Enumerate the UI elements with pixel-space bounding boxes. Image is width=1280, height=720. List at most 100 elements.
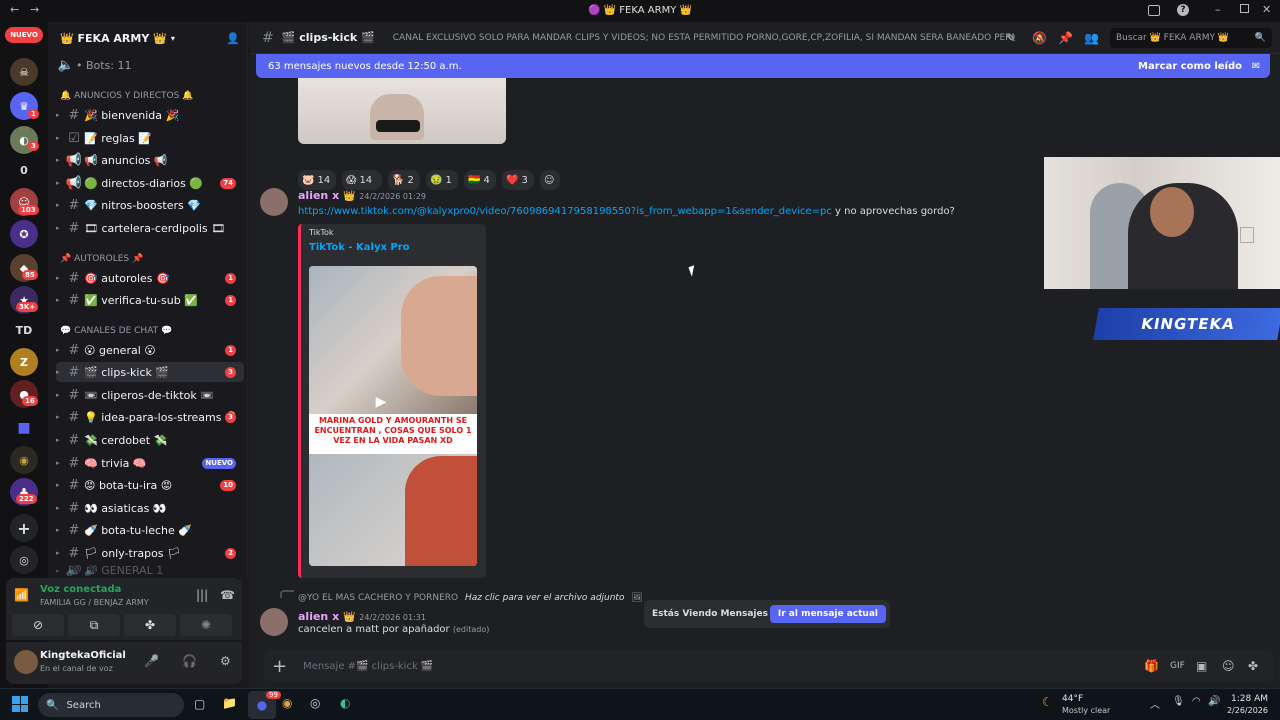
message-author[interactable]: alien x [298, 189, 339, 202]
channel-item[interactable]: ▸ # 🧠 trivia 🧠 NUEVO [56, 453, 244, 473]
channel-item[interactable]: ▸ # 💸 cerdobet 💸 [56, 430, 244, 450]
deafen-icon[interactable]: 🎧 [182, 654, 197, 668]
close-icon[interactable]: ✕ [1262, 3, 1271, 16]
channel-item[interactable]: ▸ ☑ 📝 reglas 📝 [56, 128, 244, 148]
add-member-icon[interactable]: 👤 [226, 32, 240, 45]
threads-icon[interactable]: ✎ [1006, 31, 1016, 45]
pin-icon[interactable]: 📌 [1058, 31, 1073, 45]
clock-time[interactable]: 1:28 AM [1224, 694, 1268, 704]
embed-title[interactable]: TikTok - Kalyx Pro [309, 242, 410, 253]
screen-share-button[interactable]: ⧉ [68, 614, 120, 636]
channel-item[interactable]: ▸ # 🎉 bienvenida 🎉 [56, 105, 244, 125]
channel-item[interactable]: ▸ # 😮 general 😮 1 [56, 340, 244, 360]
channel-item[interactable]: ▸ # ✅ verifica-tu-sub ✅ 1 [56, 290, 244, 310]
server-icon[interactable]: ☠ [10, 58, 38, 86]
taskbar-search[interactable]: 🔍 Search [38, 693, 184, 717]
explore-icon[interactable]: ◎ [10, 546, 38, 574]
file-explorer-icon[interactable]: 📁 [222, 696, 237, 710]
voice-location[interactable]: FAMILIA GG / BENJAZ ARMY [40, 598, 149, 607]
embed-video-thumbnail[interactable]: MARINA GOLD Y AMOURANTH SE ENCUENTRAN , … [309, 266, 477, 566]
category-header[interactable]: 📌 AUTOROLES 📌 [60, 254, 143, 264]
server-header[interactable]: 👑 FEKA ARMY 👑 ▾ 👤 [48, 22, 248, 54]
reaction[interactable]: 🐕 2 [388, 170, 420, 190]
gif-icon[interactable]: GIF [1170, 661, 1185, 671]
notifications-icon[interactable]: 🔕 [1032, 31, 1047, 45]
channel-item[interactable]: ▸ # 📼 cliperos-de-tiktok 📼 [56, 385, 244, 405]
clock-date[interactable]: 2/26/2026 [1218, 706, 1268, 715]
avatar[interactable] [260, 188, 288, 216]
weather-desc[interactable]: Mostly clear [1062, 706, 1110, 715]
avatar[interactable] [14, 650, 38, 674]
channel-item-active[interactable]: ▸ # 🎬 clips-kick 🎬 3 [56, 362, 244, 382]
chevron-up-icon[interactable]: ︿ [1150, 696, 1160, 711]
help-icon[interactable]: ? [1177, 4, 1189, 16]
message-author[interactable]: alien x [298, 610, 339, 623]
bots-item[interactable]: 🔈 • Bots: 11 [56, 55, 244, 75]
folder-icon[interactable]: ■ [10, 414, 38, 442]
message-link[interactable]: https://www.tiktok.com/@kalyxpro0/video/… [298, 206, 832, 217]
reaction[interactable]: 🤢 1 [426, 170, 458, 190]
play-icon[interactable]: ▶ [371, 394, 391, 410]
camera-button[interactable]: ⊘ [12, 614, 64, 636]
channel-item[interactable]: ▸ # 😡 bota-tu-ira 😡 10 [56, 475, 244, 495]
app-icon[interactable]: ◎ [310, 696, 320, 710]
add-server-icon[interactable]: + [10, 514, 38, 542]
inbox-icon[interactable] [1148, 5, 1160, 16]
embed-provider[interactable]: TikTok [309, 228, 334, 237]
category-header[interactable]: 💬 CANALES DE CHAT 💬 [60, 326, 172, 336]
add-attachment-icon[interactable]: + [272, 656, 287, 677]
category-header[interactable]: 🔔 ANUNCIOS Y DIRECTOS 🔔 [60, 91, 193, 101]
server-icon[interactable]: 0 [10, 156, 38, 184]
channel-item[interactable]: ▸ 📢 📢 anuncios 📢 [56, 150, 244, 170]
task-view-icon[interactable]: ▢ [194, 697, 205, 711]
chrome-icon[interactable]: ◉ [282, 696, 292, 710]
message-input[interactable]: Mensaje #🎬 clips-kick 🎬 [303, 661, 433, 672]
minimize-icon[interactable]: – [1215, 3, 1221, 16]
microphone-icon[interactable]: 🎙 [1172, 696, 1185, 707]
gift-icon[interactable]: 🎁 [1144, 659, 1159, 673]
reaction[interactable]: ❤️ 3 [502, 170, 534, 190]
channel-topic[interactable]: CANAL EXCLUSIVO SOLO PARA MANDAR CLIPS Y… [393, 33, 1015, 43]
channel-item[interactable]: ▸ # 🎯 autoroles 🎯 1 [56, 268, 244, 288]
noise-icon[interactable]: ||| [196, 588, 208, 602]
settings-icon[interactable]: ⚙ [220, 654, 231, 668]
maximize-icon[interactable] [1240, 4, 1249, 13]
search-placeholder: Buscar 👑 FEKA ARMY 👑 [1116, 33, 1230, 43]
channel-item[interactable]: ▸ # 🏳 only-trapos 🏳 2 [56, 543, 244, 563]
edge-icon[interactable]: ◐ [340, 696, 350, 710]
activities-button[interactable]: ✤ [124, 614, 176, 636]
channel-item[interactable]: ▸ 📢 🟢 directos-diarios 🟢 74 [56, 173, 244, 193]
new-badge[interactable]: NUEVO [5, 27, 43, 43]
disconnect-icon[interactable]: ☎ [220, 588, 235, 602]
reaction[interactable]: 🇧🇴 4 [464, 170, 496, 190]
wifi-icon[interactable]: ◠ [1192, 696, 1201, 707]
soundboard-button[interactable]: ✺ [180, 614, 232, 636]
windows-start-icon[interactable] [12, 696, 28, 712]
channel-item[interactable]: ▸ # 🎞 cartelera-cerdipolis 🎞 [56, 218, 244, 238]
apps-icon[interactable]: ✤ [1248, 659, 1258, 673]
reaction[interactable]: 😱 14 [342, 170, 382, 190]
image-attachment[interactable] [298, 78, 506, 144]
new-messages-banner[interactable]: 63 mensajes nuevos desde 12:50 a.m. Marc… [256, 54, 1270, 78]
reply-preview[interactable]: @YO EL MAS CACHERO Y PORNERO Haz clic pa… [298, 593, 643, 603]
server-icon[interactable]: Z [10, 348, 38, 376]
emoji-icon[interactable]: ☺ [1222, 659, 1235, 673]
reaction[interactable]: 🐷 14 [298, 170, 336, 190]
sticker-icon[interactable]: ▣ [1196, 659, 1207, 673]
mute-icon[interactable]: 🎤 [144, 654, 159, 668]
channel-item[interactable]: ▸ # 👀 asiaticas 👀 [56, 498, 244, 518]
add-reaction-icon[interactable]: ☺ [540, 170, 560, 190]
server-icon[interactable]: ◉ [10, 446, 38, 474]
avatar[interactable] [260, 608, 288, 636]
channel-item[interactable]: ▸ # 💎 nitros-boosters 💎 [56, 195, 244, 215]
channel-item[interactable]: ▸ # 💡 idea-para-los-streams 💡 3 [56, 407, 244, 427]
members-icon[interactable]: 👥 [1084, 31, 1099, 45]
channel-item[interactable]: ▸ 🔊 🔊 GENERAL 1 [56, 565, 244, 576]
server-icon[interactable]: ✪ [10, 220, 38, 248]
mark-read-button[interactable]: Marcar como leído [1138, 61, 1242, 72]
server-icon[interactable]: TD [10, 316, 38, 344]
weather-temp[interactable]: 44°F [1062, 694, 1083, 704]
channel-item[interactable]: ▸ # 🍼 bota-tu-leche 🍼 [56, 520, 244, 540]
search-input[interactable]: Buscar 👑 FEKA ARMY 👑 🔍 [1110, 28, 1272, 48]
jump-to-present-button[interactable]: Ir al mensaje actual [769, 605, 886, 623]
